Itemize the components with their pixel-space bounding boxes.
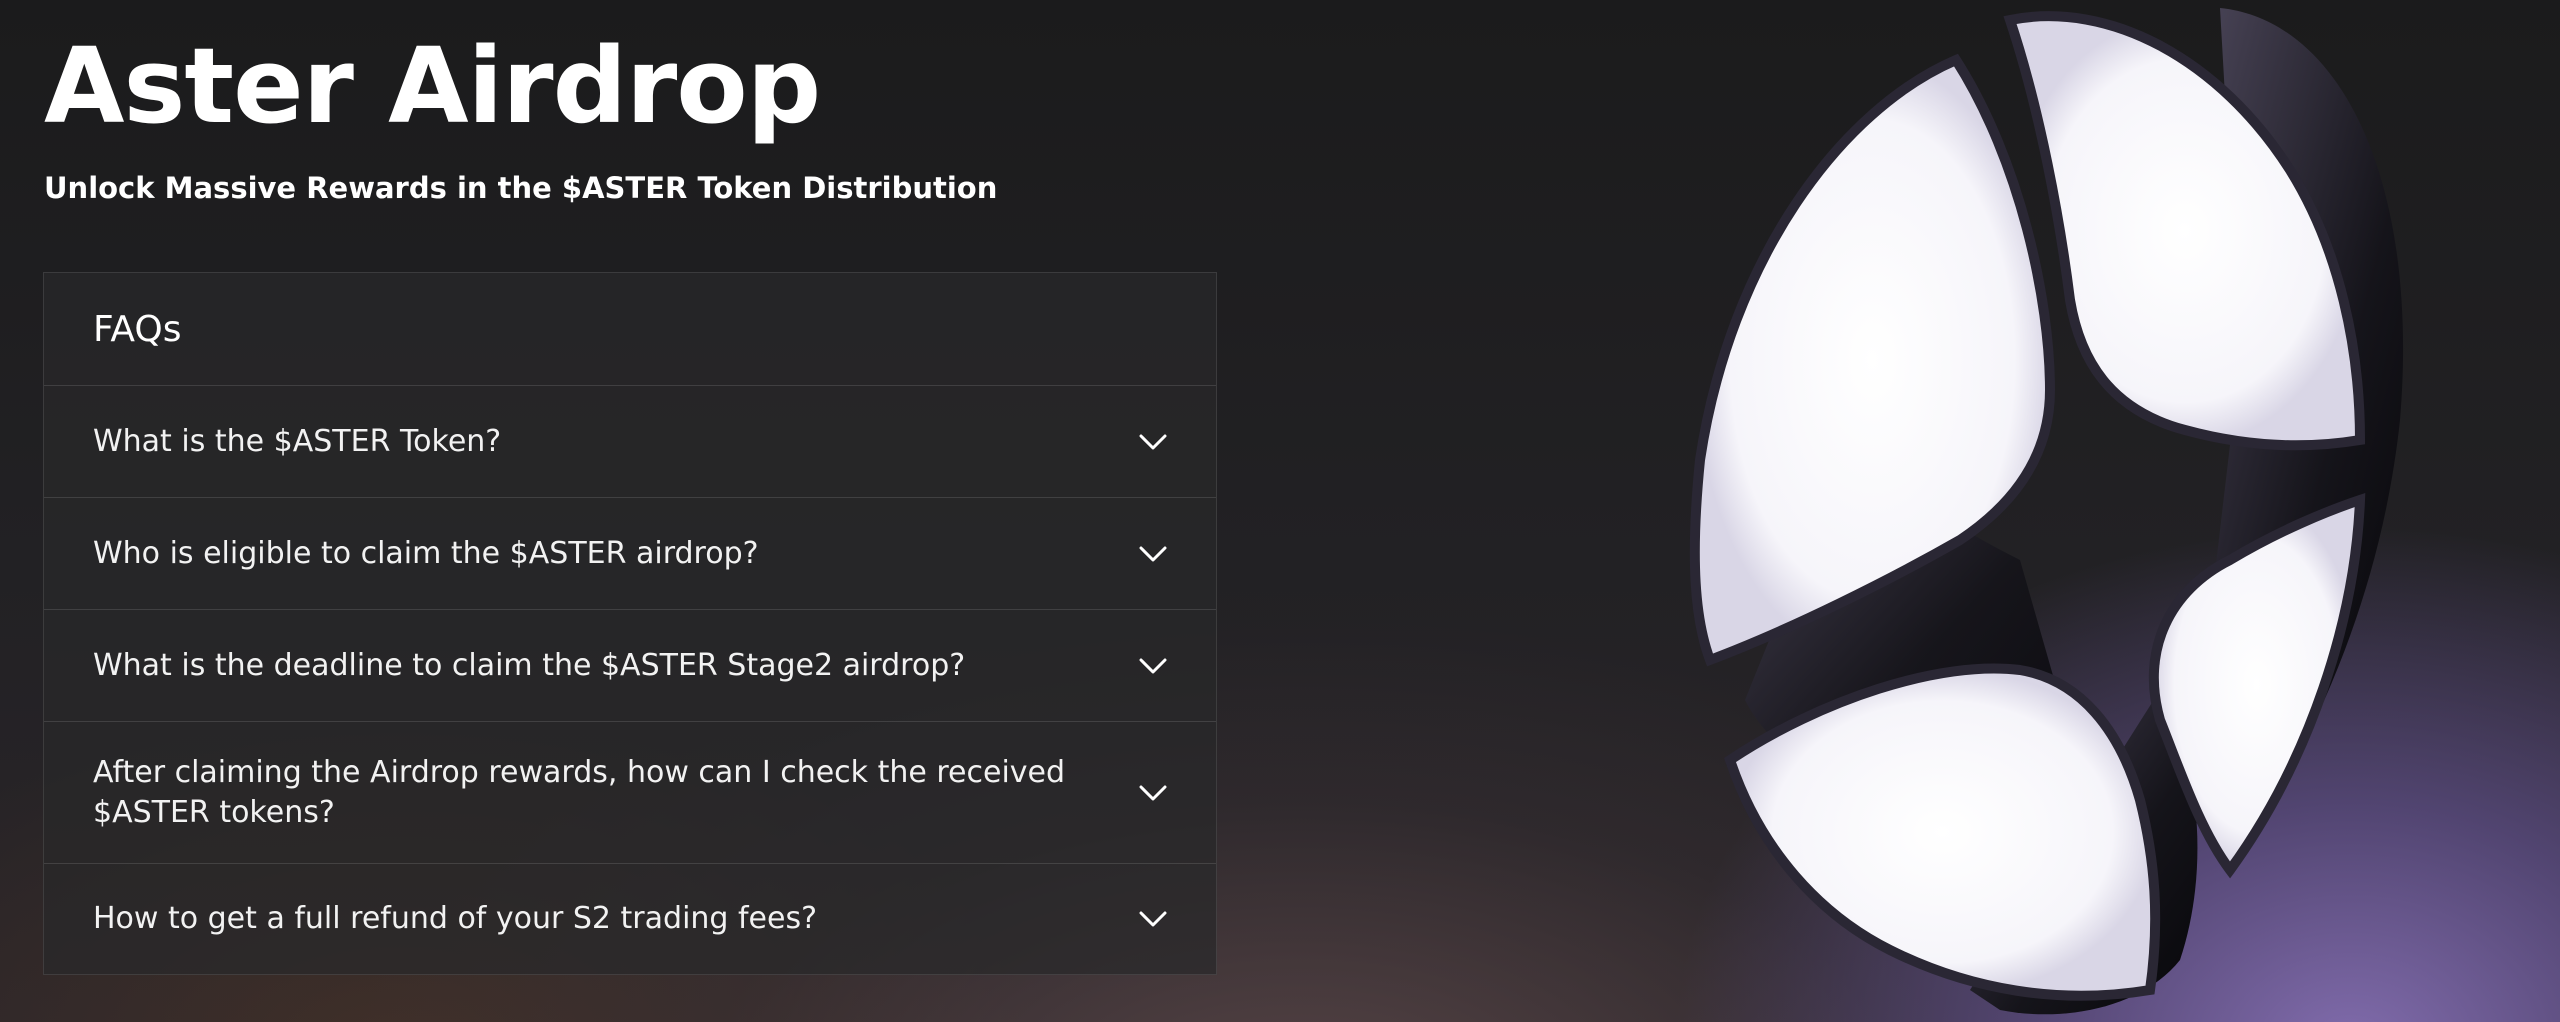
faq-question: What is the deadline to claim the $ASTER… xyxy=(93,647,966,683)
aster-logo-icon xyxy=(1689,8,2404,1015)
page: Aster Airdrop Unlock Massive Rewards in … xyxy=(0,0,2560,1022)
faq-question: What is the $ASTER Token? xyxy=(93,423,502,459)
faq-question: After claiming the Airdrop rewards, how … xyxy=(93,754,1066,830)
chevron-down-icon[interactable] xyxy=(1136,776,1170,810)
chevron-down-icon[interactable] xyxy=(1136,649,1170,683)
faq-header: FAQs xyxy=(44,273,1216,386)
page-subtitle: Unlock Massive Rewards in the $ASTER Tok… xyxy=(44,171,998,205)
faq-panel: FAQs What is the $ASTER Token? Who is el… xyxy=(43,272,1217,975)
faq-item[interactable]: What is the $ASTER Token? xyxy=(44,386,1216,498)
faq-question: Who is eligible to claim the $ASTER aird… xyxy=(93,535,759,571)
chevron-down-icon[interactable] xyxy=(1136,425,1170,459)
faq-item[interactable]: After claiming the Airdrop rewards, how … xyxy=(44,722,1216,864)
faq-heading: FAQs xyxy=(93,308,182,350)
page-title: Aster Airdrop xyxy=(44,25,821,147)
chevron-down-icon[interactable] xyxy=(1136,902,1170,936)
faq-item[interactable]: What is the deadline to claim the $ASTER… xyxy=(44,610,1216,722)
faq-item[interactable]: How to get a full refund of your S2 trad… xyxy=(44,864,1216,974)
chevron-down-icon[interactable] xyxy=(1136,537,1170,571)
faq-item[interactable]: Who is eligible to claim the $ASTER aird… xyxy=(44,498,1216,610)
faq-question: How to get a full refund of your S2 trad… xyxy=(93,901,818,936)
